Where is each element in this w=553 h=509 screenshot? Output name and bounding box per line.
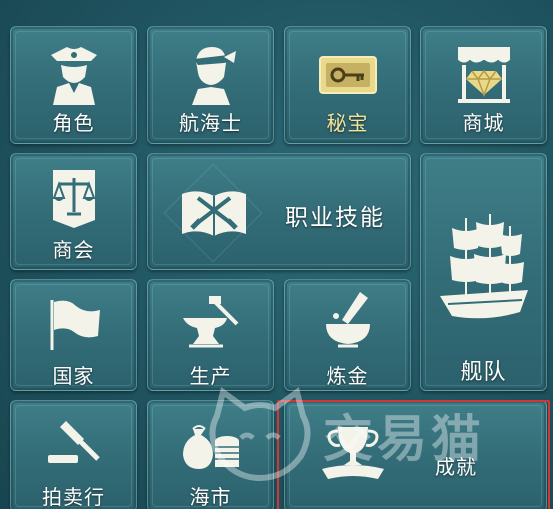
mall-label: 商城 — [462, 111, 505, 135]
role-label: 角色 — [52, 111, 95, 135]
menu-item-guild[interactable]: 商会 — [10, 153, 137, 270]
shop-diamond-icon — [457, 47, 510, 103]
menu-item-treasure[interactable]: 秘宝 — [284, 26, 411, 144]
money-bag-coins-icon — [182, 425, 239, 469]
menu-item-career-skills[interactable]: 职业技能 — [147, 153, 411, 270]
fleet-label: 舰队 — [460, 360, 507, 385]
sea-market-label: 海市 — [189, 485, 232, 509]
anvil-hammer-icon — [182, 296, 238, 348]
treasure-label: 秘宝 — [326, 111, 369, 135]
menu-item-alchemy[interactable]: 炼金 — [284, 279, 411, 391]
production-label: 生产 — [189, 364, 232, 388]
sailing-ship-icon — [439, 214, 528, 319]
menu-item-auction[interactable]: 拍卖行 — [10, 400, 137, 509]
guild-label: 商会 — [52, 238, 95, 262]
guild-scales-banner-icon — [52, 170, 95, 228]
nation-label: 国家 — [52, 364, 95, 388]
menu-item-mall[interactable]: 商城 — [420, 26, 547, 144]
menu-item-fleet[interactable]: 舰队 — [420, 153, 547, 391]
menu-item-role[interactable]: 角色 — [10, 26, 137, 144]
menu-item-sea-market[interactable]: 海市 — [147, 400, 274, 509]
treasure-key-icon — [318, 56, 377, 94]
achievement-label: 成就 — [435, 455, 477, 479]
trophy-icon — [322, 427, 384, 479]
menu-item-nation[interactable]: 国家 — [10, 279, 137, 391]
nation-flag-icon — [50, 300, 100, 350]
career-skills-label: 职业技能 — [285, 205, 385, 231]
navigator-label: 航海士 — [179, 111, 242, 135]
menu-item-navigator[interactable]: 航海士 — [147, 26, 274, 144]
alchemy-label: 炼金 — [326, 364, 369, 388]
mortar-pestle-icon — [325, 292, 370, 348]
menu-item-production[interactable]: 生产 — [147, 279, 274, 391]
auction-gavel-icon — [47, 421, 100, 463]
navigator-portrait-icon — [191, 47, 236, 105]
auction-label: 拍卖行 — [42, 485, 105, 509]
skill-book-swords-icon — [182, 191, 246, 236]
menu-item-achievement[interactable]: 成就 — [284, 400, 547, 509]
pirate-captain-icon — [50, 47, 97, 105]
